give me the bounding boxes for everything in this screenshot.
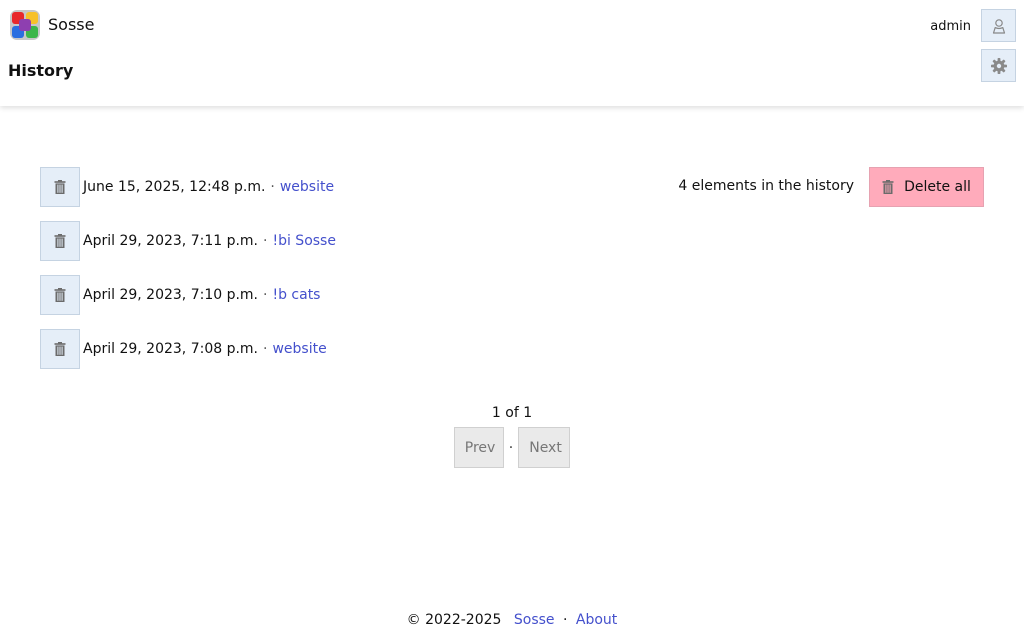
history-item-date: April 29, 2023, 7:10 p.m. (83, 287, 259, 303)
delete-history-item-button[interactable] (40, 329, 80, 369)
separator: · (263, 341, 268, 357)
page: Sosse History admin June 15, 2025, 12:48… (0, 0, 1024, 634)
gear-icon (990, 57, 1007, 74)
next-page-button[interactable]: Next (518, 427, 571, 468)
history-item: April 29, 2023, 7:08 p.m. · website (40, 329, 327, 369)
footer-sosse-link[interactable]: Sosse (514, 612, 555, 628)
history-item-date: June 15, 2025, 12:48 p.m. (83, 179, 266, 195)
delete-history-item-button[interactable] (40, 275, 80, 315)
history-item-date: April 29, 2023, 7:11 p.m. (83, 233, 259, 249)
delete-all-button[interactable]: Delete all (869, 167, 984, 207)
delete-all-label: Delete all (904, 179, 971, 195)
history-item: June 15, 2025, 12:48 p.m. · website (40, 167, 334, 207)
username: admin (930, 19, 971, 34)
header: Sosse History admin (0, 0, 1024, 106)
settings-button[interactable] (981, 49, 1016, 82)
footer-separator: · (563, 612, 568, 628)
user-menu-button[interactable] (981, 9, 1016, 42)
brand-name: Sosse (48, 15, 95, 34)
history-item-query-link[interactable]: !bi Sosse (272, 233, 336, 249)
user-icon (992, 18, 1005, 34)
trash-icon (54, 342, 66, 356)
pagination: Prev · Next (0, 427, 1024, 468)
trash-icon (54, 234, 66, 248)
sosse-logo-icon (10, 10, 40, 40)
history-item-query-link[interactable]: website (272, 341, 326, 357)
history-item: April 29, 2023, 7:10 p.m. · !b cats (40, 275, 320, 315)
history-item: April 29, 2023, 7:11 p.m. · !bi Sosse (40, 221, 336, 261)
separator: · (263, 233, 268, 249)
history-item-date: April 29, 2023, 7:08 p.m. (83, 341, 259, 357)
copyright: © 2022-2025 (406, 612, 502, 628)
history-item-query-link[interactable]: website (280, 179, 334, 195)
pagination-info: 1 of 1 (491, 405, 533, 421)
history-item-query-link[interactable]: !b cats (272, 287, 320, 303)
prev-page-button[interactable]: Prev (453, 427, 504, 468)
history-count: 4 elements in the history (678, 178, 854, 194)
separator: · (263, 287, 268, 303)
page-title: History (8, 61, 74, 80)
brand-home-link[interactable]: Sosse (8, 8, 94, 42)
trash-icon (54, 180, 66, 194)
trash-icon (882, 180, 894, 194)
delete-history-item-button[interactable] (40, 167, 80, 207)
pagination-separator: · (508, 439, 514, 456)
footer: © 2022-2025 Sosse · About (0, 611, 1024, 629)
separator: · (270, 179, 275, 195)
footer-about-link[interactable]: About (576, 612, 617, 628)
trash-icon (54, 288, 66, 302)
delete-history-item-button[interactable] (40, 221, 80, 261)
